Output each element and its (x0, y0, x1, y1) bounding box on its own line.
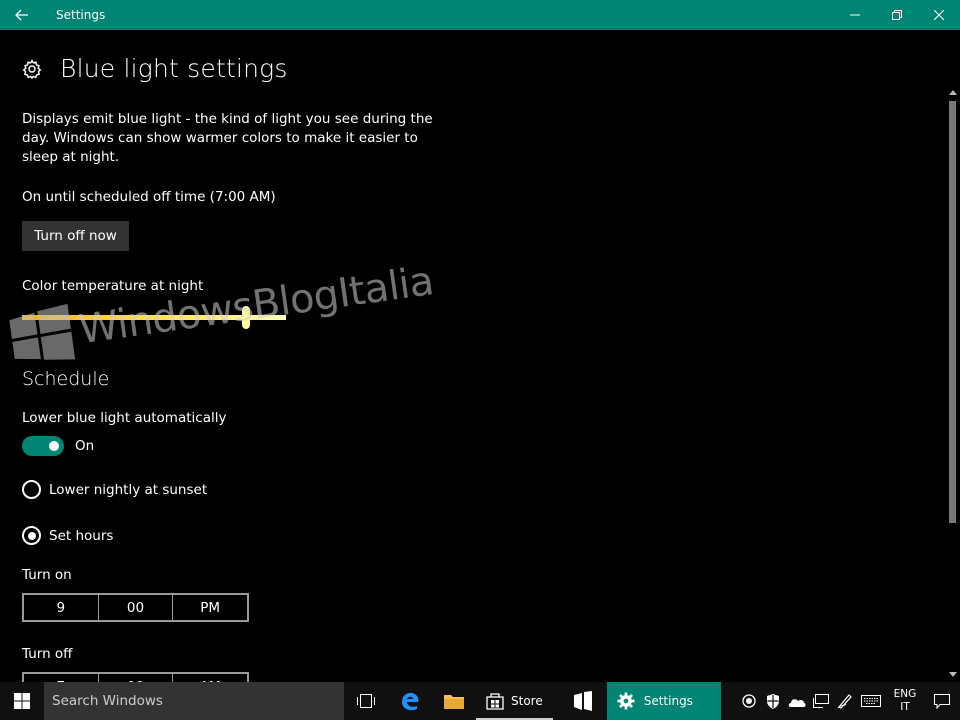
auto-toggle-switch[interactable] (22, 436, 64, 456)
tablet-app-icon (573, 691, 592, 711)
minimize-button[interactable] (834, 0, 876, 30)
file-explorer-icon (444, 695, 464, 709)
scroll-thumb[interactable] (949, 101, 956, 523)
search-placeholder: Search Windows (52, 693, 163, 709)
gear-icon (22, 58, 42, 79)
action-center-button[interactable] (924, 682, 960, 720)
auto-toggle-row: On (22, 436, 94, 456)
minute-cell[interactable]: 00 (99, 674, 174, 682)
hour-cell[interactable]: 7 (24, 674, 99, 682)
pen-workspace-button[interactable] (834, 682, 856, 720)
title-bar: Settings (0, 0, 960, 30)
record-icon (742, 694, 756, 708)
turn-on-label: Turn on (22, 567, 72, 583)
windows-start-icon (14, 693, 30, 709)
onedrive-button[interactable] (786, 682, 808, 720)
schedule-heading: Schedule (22, 368, 110, 390)
keyboard-icon (861, 695, 881, 707)
windows-logo-icon (9, 303, 76, 360)
close-button[interactable] (918, 0, 960, 30)
watermark-text: WindowsBlogItalia (76, 258, 437, 354)
record-button[interactable] (738, 682, 760, 720)
period-cell[interactable]: AM (173, 674, 247, 683)
page-title: Blue light settings (60, 54, 288, 83)
auto-lower-label: Lower blue light automatically (22, 410, 227, 426)
search-box[interactable]: Search Windows (44, 682, 344, 720)
radio-button[interactable] (22, 480, 41, 499)
defender-button[interactable] (762, 682, 784, 720)
hour-cell[interactable]: 9 (24, 595, 99, 620)
touch-keyboard-button[interactable] (858, 682, 884, 720)
watermark: WindowsBlogItalia (8, 253, 437, 368)
window-controls (834, 0, 960, 30)
vertical-scrollbar[interactable] (946, 86, 960, 682)
onedrive-icon (788, 698, 806, 707)
gear-icon (617, 692, 635, 710)
settings-label: Settings (643, 694, 693, 708)
task-view-button[interactable] (344, 682, 388, 720)
system-tray: ENG IT (738, 682, 960, 720)
restore-icon (892, 10, 902, 20)
back-arrow-icon (15, 9, 28, 21)
turn-on-time-picker[interactable]: 9 00 PM (22, 593, 249, 622)
language-line2: IT (900, 701, 910, 713)
edge-button[interactable] (388, 682, 432, 720)
radio-set-hours[interactable]: Set hours (22, 526, 113, 545)
start-button[interactable] (0, 682, 44, 720)
app-title: Settings (56, 8, 106, 22)
file-explorer-button[interactable] (432, 682, 476, 720)
restore-button[interactable] (876, 0, 918, 30)
action-center-icon (934, 693, 950, 709)
scroll-down-arrow-icon[interactable] (949, 672, 957, 677)
network-icon (813, 694, 829, 708)
shield-icon (767, 693, 779, 709)
network-button[interactable] (810, 682, 832, 720)
back-button[interactable] (0, 0, 44, 30)
language-indicator[interactable]: ENG IT (890, 688, 920, 714)
toggle-state-label: On (75, 438, 95, 454)
scroll-up-arrow-icon[interactable] (949, 90, 957, 95)
taskbar: Search Windows Store Settings ENG IT (0, 682, 960, 720)
radio-sunset[interactable]: Lower nightly at sunset (22, 480, 207, 499)
store-label: Store (511, 694, 543, 708)
radio-label: Lower nightly at sunset (49, 481, 208, 498)
tablet-app-button[interactable] (561, 682, 605, 720)
minimize-icon (850, 14, 860, 16)
turn-off-label: Turn off (22, 646, 73, 662)
store-icon (486, 693, 504, 710)
radio-label: Set hours (49, 527, 114, 544)
minute-cell[interactable]: 00 (99, 595, 174, 620)
edge-icon (402, 692, 419, 711)
settings-taskbar-app[interactable]: Settings (606, 682, 721, 720)
status-text: On until scheduled off time (7:00 AM) (22, 189, 276, 205)
turn-off-time-picker[interactable]: 7 00 AM (22, 672, 249, 682)
store-taskbar-app[interactable]: Store (476, 682, 553, 720)
toggle-knob (49, 441, 59, 451)
radio-button[interactable] (22, 526, 41, 545)
period-cell[interactable]: PM (173, 595, 247, 620)
task-view-icon (357, 694, 375, 708)
pen-icon (837, 694, 852, 709)
settings-content: Blue light settings Displays emit blue l… (0, 30, 946, 682)
description-text: Displays emit blue light - the kind of l… (22, 111, 433, 165)
close-icon (934, 10, 944, 20)
turn-off-now-button[interactable]: Turn off now (22, 221, 129, 251)
language-line1: ENG (893, 688, 917, 700)
page-header: Blue light settings (22, 54, 288, 83)
